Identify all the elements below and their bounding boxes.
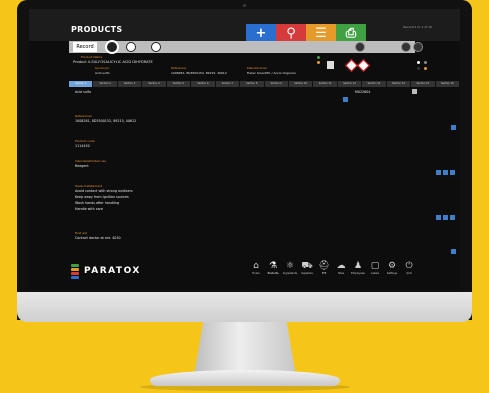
manufacturer-label: Manufacturer [247,66,268,70]
status-orange-icon [317,61,320,64]
record-counter: Record 1 to 1 of 15 [403,25,432,29]
tab-section-1[interactable]: Section 1 [69,81,94,87]
tab-section-3[interactable]: Section 3 [118,81,143,87]
module-sites[interactable]: ☁ Sites [333,261,349,275]
product-name[interactable]: Product 4-SULFOSALICYLIC ACID DIHYDRATE [73,60,153,64]
references-value[interactable]: 1008281, 8D3500152, 89215, 40612 [75,119,136,123]
tab-section-7[interactable]: Section 7 [216,81,241,87]
module-products[interactable]: ⚗ Products [265,261,281,275]
intended-use-label: Intended/limited use [75,159,106,163]
tab-section-15[interactable]: Section 15 [411,81,436,87]
references-label: References [75,114,92,118]
monitor-foot [150,370,340,386]
hazard-line[interactable]: Handle with care [75,207,103,211]
synonym-label: Synonym [95,66,110,70]
app-screen: PRODUCTS Record 1 to 1 of 15 + New ⚲ Sea… [29,9,460,289]
list-icon: ☰ [315,26,327,41]
status-green-icon [317,56,320,59]
power-icon: ⏻ [405,261,413,271]
tab-section-6[interactable]: Section 6 [191,81,216,87]
printer-icon: ⎙ [345,26,357,41]
product-code-value[interactable]: 1114450 [75,144,90,148]
label-icon: ▢ [370,261,380,271]
previous-record-icon[interactable] [401,42,411,52]
product-name-label: Product Name [81,55,103,59]
tab-section-16[interactable]: Section 16 [436,81,460,87]
monitor-stand [194,322,296,374]
duplicate-icon[interactable] [126,42,136,52]
edit-icon[interactable] [412,89,417,94]
tab-section-4[interactable]: Section 4 [142,81,167,87]
document-icon[interactable] [327,61,334,69]
gear-icon: ⚙ [387,261,397,271]
checkbox-icon[interactable] [451,125,456,130]
reference-label: Reference [171,66,187,70]
plus-icon: + [255,26,267,41]
camera-toggle-icon[interactable] [105,40,119,54]
search-icon: ⚲ [286,26,296,41]
module-quit[interactable]: ⏻ Quit [401,261,417,275]
first-aid-value[interactable]: Contact doctor at ext. 4030 [75,236,121,240]
flask-icon: ⚗ [268,261,278,271]
checkbox-icon[interactable] [450,215,455,220]
synonym-field[interactable]: Acid sulfo [95,71,110,75]
section-tabs: Section 1 Section 2 Section 3 Section 4 … [69,81,460,87]
paratox-logo-icon [71,264,79,280]
camera [243,4,246,7]
checkbox-icon[interactable] [451,249,456,254]
module-home[interactable]: ⌂ Home [248,261,264,275]
tab-section-12[interactable]: Section 12 [338,81,363,87]
delete-icon[interactable] [151,42,161,52]
module-ingredients[interactable]: ⚛ Ingredients [282,261,298,275]
manufacturer-field[interactable]: Fisher Scientific / Acros Organics [247,71,296,75]
checkbox-icon[interactable] [436,170,441,175]
truck-icon: ⛟ [301,261,313,271]
checkbox-icon[interactable] [436,215,441,220]
hazard-line[interactable]: Keep away from ignition sources [75,195,129,199]
checkbox-icon[interactable] [443,170,448,175]
module-suppliers[interactable]: ⛟ Suppliers [299,261,315,275]
helmet-icon: ⛑ [318,261,330,271]
tab-section-10[interactable]: Section 10 [289,81,314,87]
tab-section-11[interactable]: Section 11 [313,81,338,87]
tab-section-9[interactable]: Section 9 [265,81,289,87]
reference-code[interactable]: M022604 [355,90,370,94]
intended-use-value[interactable]: Reagent [75,164,89,168]
person-icon: ♟ [353,261,363,271]
indicator-dark-icon [417,67,420,70]
next-record-icon[interactable] [413,42,423,52]
first-aid-label: First aid [75,231,87,235]
hazard-line[interactable]: Wash hands after handling [75,201,119,205]
monitor-chin [17,292,472,322]
molecule-icon: ⚛ [285,261,295,271]
module-labels[interactable]: ▢ Labels [367,261,383,275]
indicator-grey-icon [424,61,427,64]
module-settings[interactable]: ⚙ Settings [384,261,400,275]
module-employees[interactable]: ♟ Employees [350,261,366,275]
checkbox-icon[interactable] [450,170,455,175]
section-content: Acid sulfo M022604 References 1008281, 8… [69,88,460,258]
tab-section-14[interactable]: Section 14 [387,81,412,87]
module-ppe[interactable]: ⛑ PPE [316,261,332,275]
attach-icon[interactable] [355,42,365,52]
home-icon: ⌂ [253,261,259,271]
synonym-value[interactable]: Acid sulfo [75,90,91,94]
reference-field[interactable]: 1008281, 8D3500152, 89215, 40612 [171,71,227,75]
product-code-label: Product code [75,139,95,143]
record-button[interactable]: Record [73,42,97,52]
checkbox-icon[interactable] [443,215,448,220]
cloud-icon: ☁ [336,261,346,271]
indicator-white-icon [417,61,420,64]
tab-section-13[interactable]: Section 13 [362,81,387,87]
indicator-orange-icon [424,67,427,70]
hazard-line[interactable]: Avoid contact with strong oxidisers [75,189,133,193]
tab-section-8[interactable]: Section 8 [240,81,265,87]
tab-section-5[interactable]: Section 5 [167,81,192,87]
checkbox-icon[interactable] [343,97,348,102]
tab-section-2[interactable]: Section 2 [93,81,118,87]
hazard-label: Hazard statement [75,184,102,188]
brand-name: PARATOX [84,266,141,276]
page-title: PRODUCTS [71,25,123,34]
